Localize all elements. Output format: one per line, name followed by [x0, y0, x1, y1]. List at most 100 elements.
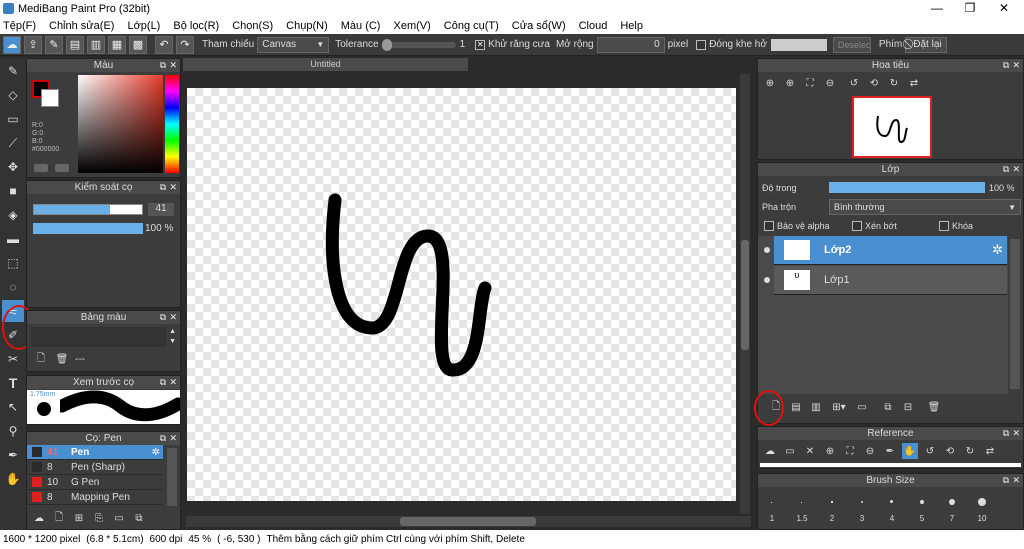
move-tool-icon[interactable]: ✥: [2, 156, 24, 178]
brush-item-g-pen[interactable]: 10 G Pen: [27, 475, 163, 490]
color-mode-button[interactable]: [34, 164, 48, 172]
reference-select[interactable]: Canvas ▼: [257, 36, 330, 53]
reset-button[interactable]: ⃠Đặt lại: [905, 36, 947, 53]
blend-mode-select[interactable]: Bình thường ▼: [829, 199, 1021, 215]
gap-slider[interactable]: [770, 38, 827, 51]
cloud-download-icon[interactable]: ☁: [762, 443, 778, 459]
canvas-hscrollbar[interactable]: [186, 516, 751, 527]
rotate-right-icon[interactable]: ↻: [886, 75, 902, 91]
tolerance-slider[interactable]: [381, 38, 456, 51]
cloud-brush-icon[interactable]: ☁: [31, 510, 47, 526]
rotate-reset-icon[interactable]: ⟲: [942, 443, 958, 459]
close-icon[interactable]: ✕: [169, 311, 177, 324]
brush-size-preset[interactable]: 1: [757, 496, 787, 523]
hue-slider[interactable]: [165, 75, 179, 173]
close-icon[interactable]: ✕: [1012, 474, 1020, 487]
text-tool-icon[interactable]: T: [2, 372, 24, 394]
new-halftone-layer-icon[interactable]: ▤: [788, 399, 804, 415]
background-swatch[interactable]: [41, 89, 59, 107]
hscroll-thumb[interactable]: [400, 517, 536, 526]
brush-size-preset[interactable]: 5: [907, 496, 937, 523]
redo-icon[interactable]: ↷: [176, 35, 194, 54]
minimize-button[interactable]: —: [920, 0, 954, 17]
zoom-out-icon[interactable]: ⊖: [822, 75, 838, 91]
hand-tool-icon[interactable]: ✋: [2, 468, 24, 490]
close-icon[interactable]: ✕: [1012, 163, 1020, 176]
zoom-in-icon[interactable]: ⊕: [822, 443, 838, 459]
upload-icon[interactable]: ⇪: [24, 35, 42, 54]
gear-icon[interactable]: ✲: [152, 447, 160, 458]
zoom-in-icon[interactable]: ⊕: [762, 75, 778, 91]
menu-select[interactable]: Chọn(S): [232, 20, 273, 32]
layer-opacity-slider[interactable]: [829, 182, 985, 193]
doc-icon[interactable]: ▤: [66, 35, 84, 54]
menu-color[interactable]: Màu (C): [341, 20, 381, 32]
menu-window[interactable]: Cửa sổ(W): [512, 20, 566, 32]
comment-icon[interactable]: ✎: [45, 35, 63, 54]
slider-thumb[interactable]: [381, 38, 392, 51]
new-1bit-layer-icon[interactable]: ▥: [808, 399, 824, 415]
line-tool-icon[interactable]: ⟋: [2, 132, 24, 154]
operation-tool-icon[interactable]: ↖: [2, 396, 24, 418]
layer-visibility-icon[interactable]: [764, 247, 770, 253]
add-brush-icon[interactable]: ⊞: [71, 510, 87, 526]
brush-opacity-slider[interactable]: [33, 223, 143, 234]
undock-icon[interactable]: ⧉: [160, 376, 166, 389]
brush-size-value[interactable]: 41: [148, 203, 174, 216]
fit-icon[interactable]: ⛶: [842, 443, 858, 459]
brush-size-preset[interactable]: 3: [847, 496, 877, 523]
undock-icon[interactable]: ⧉: [160, 432, 166, 445]
flip-icon[interactable]: ⇄: [906, 75, 922, 91]
close-icon[interactable]: ✕: [169, 59, 177, 72]
eyedropper-icon[interactable]: ✒: [882, 443, 898, 459]
brush-size-preset[interactable]: 7: [937, 496, 967, 523]
delete-layer-icon[interactable]: 🗑: [926, 399, 942, 415]
select-rect-tool-icon[interactable]: ⬚: [2, 252, 24, 274]
brush-size-preset[interactable]: 1.5: [787, 496, 817, 523]
flip-icon[interactable]: ⇄: [982, 443, 998, 459]
menu-snap[interactable]: Chụp(N): [286, 20, 328, 32]
select-eraser-tool-icon[interactable]: ✂: [2, 348, 24, 370]
trash-icon[interactable]: 🗑: [54, 351, 70, 367]
clipping-checkbox[interactable]: Xén bớt: [852, 221, 897, 231]
doc2-icon[interactable]: ▥: [87, 35, 105, 54]
undock-icon[interactable]: ⧉: [1003, 59, 1009, 72]
rotate-left-icon[interactable]: ↺: [922, 443, 938, 459]
folder-icon[interactable]: ▭: [854, 399, 870, 415]
layer-visibility-icon[interactable]: [764, 277, 770, 283]
cloud-icon[interactable]: ☁: [3, 35, 21, 54]
undock-icon[interactable]: ⧉: [1003, 163, 1009, 176]
grid-icon[interactable]: ▦: [108, 35, 126, 54]
grid2-icon[interactable]: ▩: [129, 35, 147, 54]
color-gradient-picker[interactable]: [78, 75, 163, 173]
menu-filter[interactable]: Bộ lọc(R): [173, 20, 219, 32]
brush-item-pen[interactable]: 41 Pen ✲: [27, 445, 163, 460]
close-icon[interactable]: ✕: [169, 181, 177, 194]
gradient-tool-icon[interactable]: ▬: [2, 228, 24, 250]
vscroll-thumb[interactable]: [741, 240, 749, 350]
merge-layer-icon[interactable]: ⊟: [900, 399, 916, 415]
rotate-left-icon[interactable]: ↺: [846, 75, 862, 91]
canvas-vscrollbar[interactable]: [740, 74, 750, 514]
brush-item-pen-sharp[interactable]: 8 Pen (Sharp): [27, 460, 163, 475]
canvas-tab[interactable]: Untitled: [183, 58, 468, 71]
menu-file[interactable]: Tệp(F): [3, 20, 36, 32]
undock-icon[interactable]: ⧉: [1003, 474, 1009, 487]
dropper2-tool-icon[interactable]: ✒: [2, 444, 24, 466]
menu-layer[interactable]: Lớp(L): [127, 20, 160, 32]
rotate-right-icon[interactable]: ↻: [962, 443, 978, 459]
close-icon[interactable]: ✕: [169, 376, 177, 389]
brush-item-mapping-pen[interactable]: 8 Mapping Pen: [27, 490, 163, 505]
bucket-tool-icon[interactable]: ◈: [2, 204, 24, 226]
copy-brush-icon[interactable]: ⎘: [91, 510, 107, 526]
menu-cloud[interactable]: Cloud: [579, 20, 608, 32]
brush-size-preset[interactable]: 4: [877, 496, 907, 523]
palette-scroll-up[interactable]: ▲: [169, 328, 176, 335]
rectangle-tool-icon[interactable]: ▭: [2, 108, 24, 130]
duplicate-icon[interactable]: ⧉: [131, 510, 147, 526]
canvas-document[interactable]: [187, 88, 736, 501]
protect-alpha-checkbox[interactable]: Bảo vệ alpha: [764, 221, 830, 231]
brush-size-preset[interactable]: 2: [817, 496, 847, 523]
layer-row-lop1[interactable]: ʋ Lớp1: [764, 266, 1007, 295]
new-brush-icon[interactable]: 🗋: [51, 510, 67, 526]
